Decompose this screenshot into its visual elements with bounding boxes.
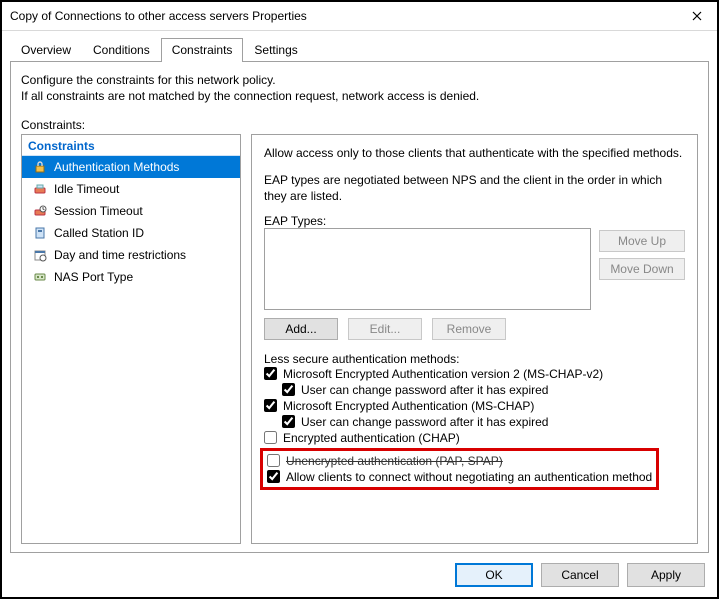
check-mschapv2-box[interactable] [264, 367, 277, 380]
item-called-station-id[interactable]: Called Station ID [22, 222, 240, 244]
edit-button[interactable]: Edit... [348, 318, 422, 340]
item-nas-port-type[interactable]: NAS Port Type [22, 266, 240, 288]
check-chap[interactable]: Encrypted authentication (CHAP) [264, 430, 685, 446]
check-pap[interactable]: Unencrypted authentication (PAP, SPAP) [267, 453, 652, 469]
tab-settings[interactable]: Settings [243, 38, 308, 62]
item-authentication-methods[interactable]: Authentication Methods [22, 156, 240, 178]
tab-strip: Overview Conditions Constraints Settings [2, 31, 717, 61]
item-label: NAS Port Type [54, 270, 133, 284]
window-title: Copy of Connections to other access serv… [10, 9, 307, 23]
close-button[interactable] [683, 6, 711, 26]
check-pap-label: Unencrypted authentication (PAP, SPAP) [286, 454, 503, 468]
check-mschap-expire-box[interactable] [282, 415, 295, 428]
add-button[interactable]: Add... [264, 318, 338, 340]
item-idle-timeout[interactable]: Idle Timeout [22, 178, 240, 200]
ok-button[interactable]: OK [455, 563, 533, 587]
lock-icon [32, 159, 48, 175]
intro-line1: Configure the constraints for this netwo… [21, 72, 698, 88]
item-label: Session Timeout [54, 204, 143, 218]
check-mschapv2-expire[interactable]: User can change password after it has ex… [282, 382, 685, 398]
check-mschap[interactable]: Microsoft Encrypted Authentication (MS-C… [264, 398, 685, 414]
less-secure-label: Less secure authentication methods: [264, 352, 685, 366]
titlebar: Copy of Connections to other access serv… [2, 2, 717, 31]
idle-icon [32, 181, 48, 197]
dialog-footer: OK Cancel Apply [2, 553, 717, 597]
port-icon [32, 269, 48, 285]
check-mschapv2-expire-box[interactable] [282, 383, 295, 396]
check-allow-no-auth-box[interactable] [267, 470, 280, 483]
tab-panel: Configure the constraints for this netwo… [10, 61, 709, 553]
item-day-time-restrictions[interactable]: Day and time restrictions [22, 244, 240, 266]
check-mschap-expire-label: User can change password after it has ex… [301, 415, 548, 429]
check-mschap-box[interactable] [264, 399, 277, 412]
eap-types-list[interactable] [264, 228, 591, 310]
intro-text: Configure the constraints for this netwo… [21, 72, 698, 104]
constraints-list[interactable]: Constraints Authentication Methods Idle … [21, 134, 241, 544]
check-allow-no-auth[interactable]: Allow clients to connect without negotia… [267, 469, 652, 485]
session-icon [32, 203, 48, 219]
eap-types-label: EAP Types: [264, 214, 685, 228]
check-pap-box[interactable] [267, 454, 280, 467]
item-label: Called Station ID [54, 226, 144, 240]
check-mschapv2[interactable]: Microsoft Encrypted Authentication versi… [264, 366, 685, 382]
tab-constraints[interactable]: Constraints [161, 38, 244, 62]
constraints-label: Constraints: [21, 118, 698, 132]
check-mschapv2-expire-label: User can change password after it has ex… [301, 383, 548, 397]
highlighted-region: Unencrypted authentication (PAP, SPAP) A… [260, 448, 659, 490]
check-mschap-expire[interactable]: User can change password after it has ex… [282, 414, 685, 430]
check-mschap-label: Microsoft Encrypted Authentication (MS-C… [283, 399, 534, 413]
item-label: Authentication Methods [54, 160, 179, 174]
apply-button[interactable]: Apply [627, 563, 705, 587]
tab-overview[interactable]: Overview [10, 38, 82, 62]
cancel-button[interactable]: Cancel [541, 563, 619, 587]
intro-line2: If all constraints are not matched by th… [21, 88, 698, 104]
item-session-timeout[interactable]: Session Timeout [22, 200, 240, 222]
panel-description: Allow access only to those clients that … [264, 145, 685, 161]
station-icon [32, 225, 48, 241]
move-down-button[interactable]: Move Down [599, 258, 685, 280]
check-allow-no-auth-label: Allow clients to connect without negotia… [286, 470, 652, 484]
calendar-icon [32, 247, 48, 263]
check-chap-label: Encrypted authentication (CHAP) [283, 431, 460, 445]
eap-note: EAP types are negotiated between NPS and… [264, 172, 685, 204]
remove-button[interactable]: Remove [432, 318, 506, 340]
item-label: Idle Timeout [54, 182, 119, 196]
check-chap-box[interactable] [264, 431, 277, 444]
tab-conditions[interactable]: Conditions [82, 38, 161, 62]
item-label: Day and time restrictions [54, 248, 186, 262]
move-up-button[interactable]: Move Up [599, 230, 685, 252]
detail-panel: Allow access only to those clients that … [251, 134, 698, 544]
check-mschapv2-label: Microsoft Encrypted Authentication versi… [283, 367, 603, 381]
constraints-header: Constraints [22, 135, 240, 156]
close-icon [692, 11, 702, 21]
